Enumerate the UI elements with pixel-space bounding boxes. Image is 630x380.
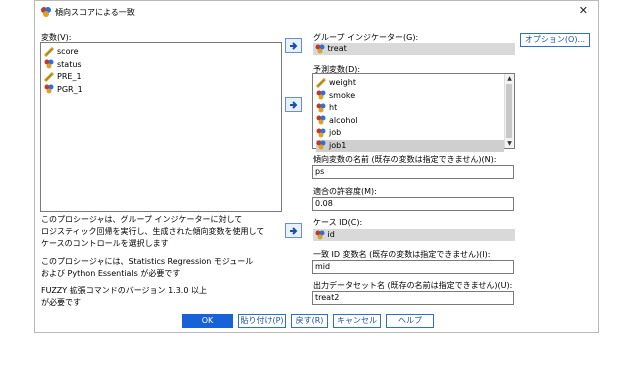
arrow-right-icon [290, 227, 298, 235]
paste-button[interactable]: 貼り付け(P) [238, 314, 286, 328]
scroll-up-icon[interactable]: ▲ [505, 74, 514, 83]
ok-button[interactable]: OK [182, 314, 233, 328]
scale-ruler-icon [43, 46, 55, 57]
matching-dialog: 傾向スコアによる一致 ✕ 変数(V): score status PRE_1 PGR_… [34, 0, 599, 333]
version-line: が必要です [41, 298, 81, 307]
predictor-item[interactable]: ht [316, 102, 504, 114]
description-line: このプロシージャは、グループ インジケーターに対して [41, 215, 243, 224]
arrow-right-icon [290, 101, 298, 109]
nominal-icon [316, 140, 326, 150]
nominal-icon [315, 44, 325, 54]
group-indicator-label: グループ インジケーター(G): [313, 33, 419, 42]
variable-item-label: status [57, 59, 82, 69]
match-id-field[interactable]: mid [312, 260, 514, 274]
tolerance-field[interactable]: 0.08 [312, 197, 514, 211]
predictor-item-label: alcohol [329, 115, 358, 125]
variable-item[interactable]: status [44, 59, 271, 71]
variable-item-label: PGR_1 [57, 84, 83, 94]
predictor-item[interactable]: alcohol [316, 115, 504, 127]
scroll-down-icon[interactable]: ▼ [505, 139, 514, 148]
description-line: ケースのコントロールを選択します [41, 239, 169, 248]
version-line: FUZZY 拡張コマンドのバージョン 1.3.0 以上 [41, 286, 207, 295]
spss-app-icon [41, 7, 51, 17]
propensity-field[interactable]: ps [312, 165, 514, 179]
help-button[interactable]: ヘルプ [386, 314, 434, 328]
arrow-right-icon [290, 42, 298, 50]
variable-item-label: score [57, 47, 79, 56]
nominal-icon [44, 84, 54, 94]
options-button[interactable]: オプション(O)... [520, 33, 590, 47]
nominal-icon [316, 128, 326, 138]
cancel-button[interactable]: キャンセル [333, 314, 381, 328]
description-line: ロジスティック回帰を実行し、生成された傾向変数を使用して [41, 227, 265, 236]
variable-item[interactable]: PGR_1 [44, 84, 271, 96]
tolerance-label: 適合の許容度(M): [313, 187, 377, 196]
move-to-case-id-button[interactable] [285, 223, 302, 238]
requirement-line: および Python Essentials が必要です [41, 269, 181, 278]
predictor-item-label: ht [329, 103, 338, 112]
variable-item[interactable]: PRE_1 [43, 71, 271, 83]
propensity-label: 傾向変数の名前 (既存の変数は指定できません)(N): [313, 155, 497, 164]
predictor-item-label: weight [329, 78, 356, 87]
scale-ruler-icon [43, 71, 55, 82]
nominal-icon [316, 103, 326, 113]
predictors-list[interactable]: weight smoke ht alcohol job job1 ▲ ▼ [312, 73, 515, 152]
close-icon[interactable]: ✕ [579, 4, 588, 17]
predictors-scrollbar[interactable]: ▲ ▼ [504, 74, 514, 148]
match-id-label: 一致 ID 変数名 (既存の変数は指定できません)(I): [313, 250, 491, 259]
nominal-icon [316, 115, 326, 125]
group-indicator-value: treat [327, 44, 347, 53]
predictor-item[interactable]: job [316, 127, 504, 139]
predictor-item[interactable]: smoke [316, 90, 504, 102]
scale-ruler-icon [315, 77, 327, 88]
case-id-label: ケース ID(C): [313, 218, 363, 227]
nominal-icon [316, 90, 326, 100]
variable-item-label: PRE_1 [57, 72, 82, 81]
output-dataset-field[interactable]: treat2 [312, 291, 514, 305]
output-dataset-label: 出力データセット名 (既存の名前は指定できません)(U): [313, 281, 513, 290]
group-indicator-field[interactable]: treat [313, 43, 515, 55]
move-to-predictors-button[interactable] [285, 97, 302, 112]
nominal-icon [44, 59, 54, 69]
variable-item[interactable]: score [43, 46, 271, 58]
case-id-value: id [327, 230, 335, 239]
predictor-item-label: job1 [329, 140, 347, 150]
case-id-field[interactable]: id [313, 229, 515, 241]
window-title: 傾向スコアによる一致 [55, 8, 135, 17]
predictor-item-label: smoke [329, 90, 356, 100]
reset-button[interactable]: 戻す(R) [291, 314, 328, 328]
scroll-thumb[interactable] [506, 84, 512, 138]
move-to-group-button[interactable] [285, 38, 302, 53]
predictor-item[interactable]: job1 [316, 139, 504, 152]
title-bar: 傾向スコアによる一致 ✕ [35, 1, 598, 23]
predictor-item-label: job [329, 128, 342, 137]
requirement-line: このプロシージャには、Statistics Regression モジュール [41, 257, 254, 266]
nominal-icon [315, 230, 325, 240]
predictor-item[interactable]: weight [315, 77, 504, 89]
variables-list[interactable]: score status PRE_1 PGR_1 [40, 42, 282, 212]
